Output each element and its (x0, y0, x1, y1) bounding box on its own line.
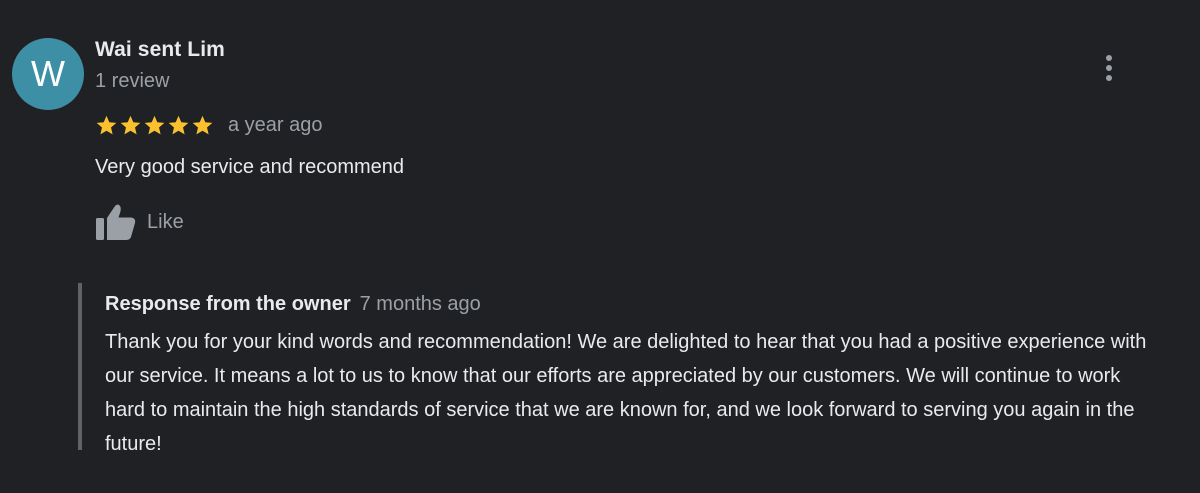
response-text: Thank you for your kind words and recomm… (105, 331, 1147, 455)
owner-response: Response from the owner 7 months ago Tha… (78, 283, 1162, 455)
star-icon (192, 115, 213, 134)
response-title: Response from the owner (105, 293, 351, 315)
more-dot (1106, 75, 1112, 81)
avatar[interactable]: W (12, 38, 84, 110)
star-icon (144, 115, 165, 134)
more-vert-icon[interactable] (1094, 50, 1124, 86)
review-card: W Wai sent Lim 1 review a year ago Very … (0, 0, 1200, 493)
more-dot (1106, 65, 1112, 71)
star-icon (168, 115, 189, 134)
review-count: 1 review (95, 70, 170, 92)
like-button[interactable]: Like (95, 203, 184, 241)
like-label: Like (147, 210, 184, 233)
response-time: 7 months ago (359, 293, 481, 315)
review-time: a year ago (228, 113, 323, 136)
response-header: Response from the owner 7 months ago (105, 293, 481, 316)
review-text: Very good service and recommend (95, 156, 405, 178)
reviewer-name[interactable]: Wai sent Lim (95, 38, 225, 62)
star-icon (120, 115, 141, 134)
star-rating (95, 114, 214, 137)
thumbs-up-icon (96, 204, 136, 240)
avatar-initial: W (31, 53, 65, 94)
more-dot (1106, 55, 1112, 61)
star-icon (96, 115, 117, 134)
rating-row: a year ago (95, 110, 323, 140)
